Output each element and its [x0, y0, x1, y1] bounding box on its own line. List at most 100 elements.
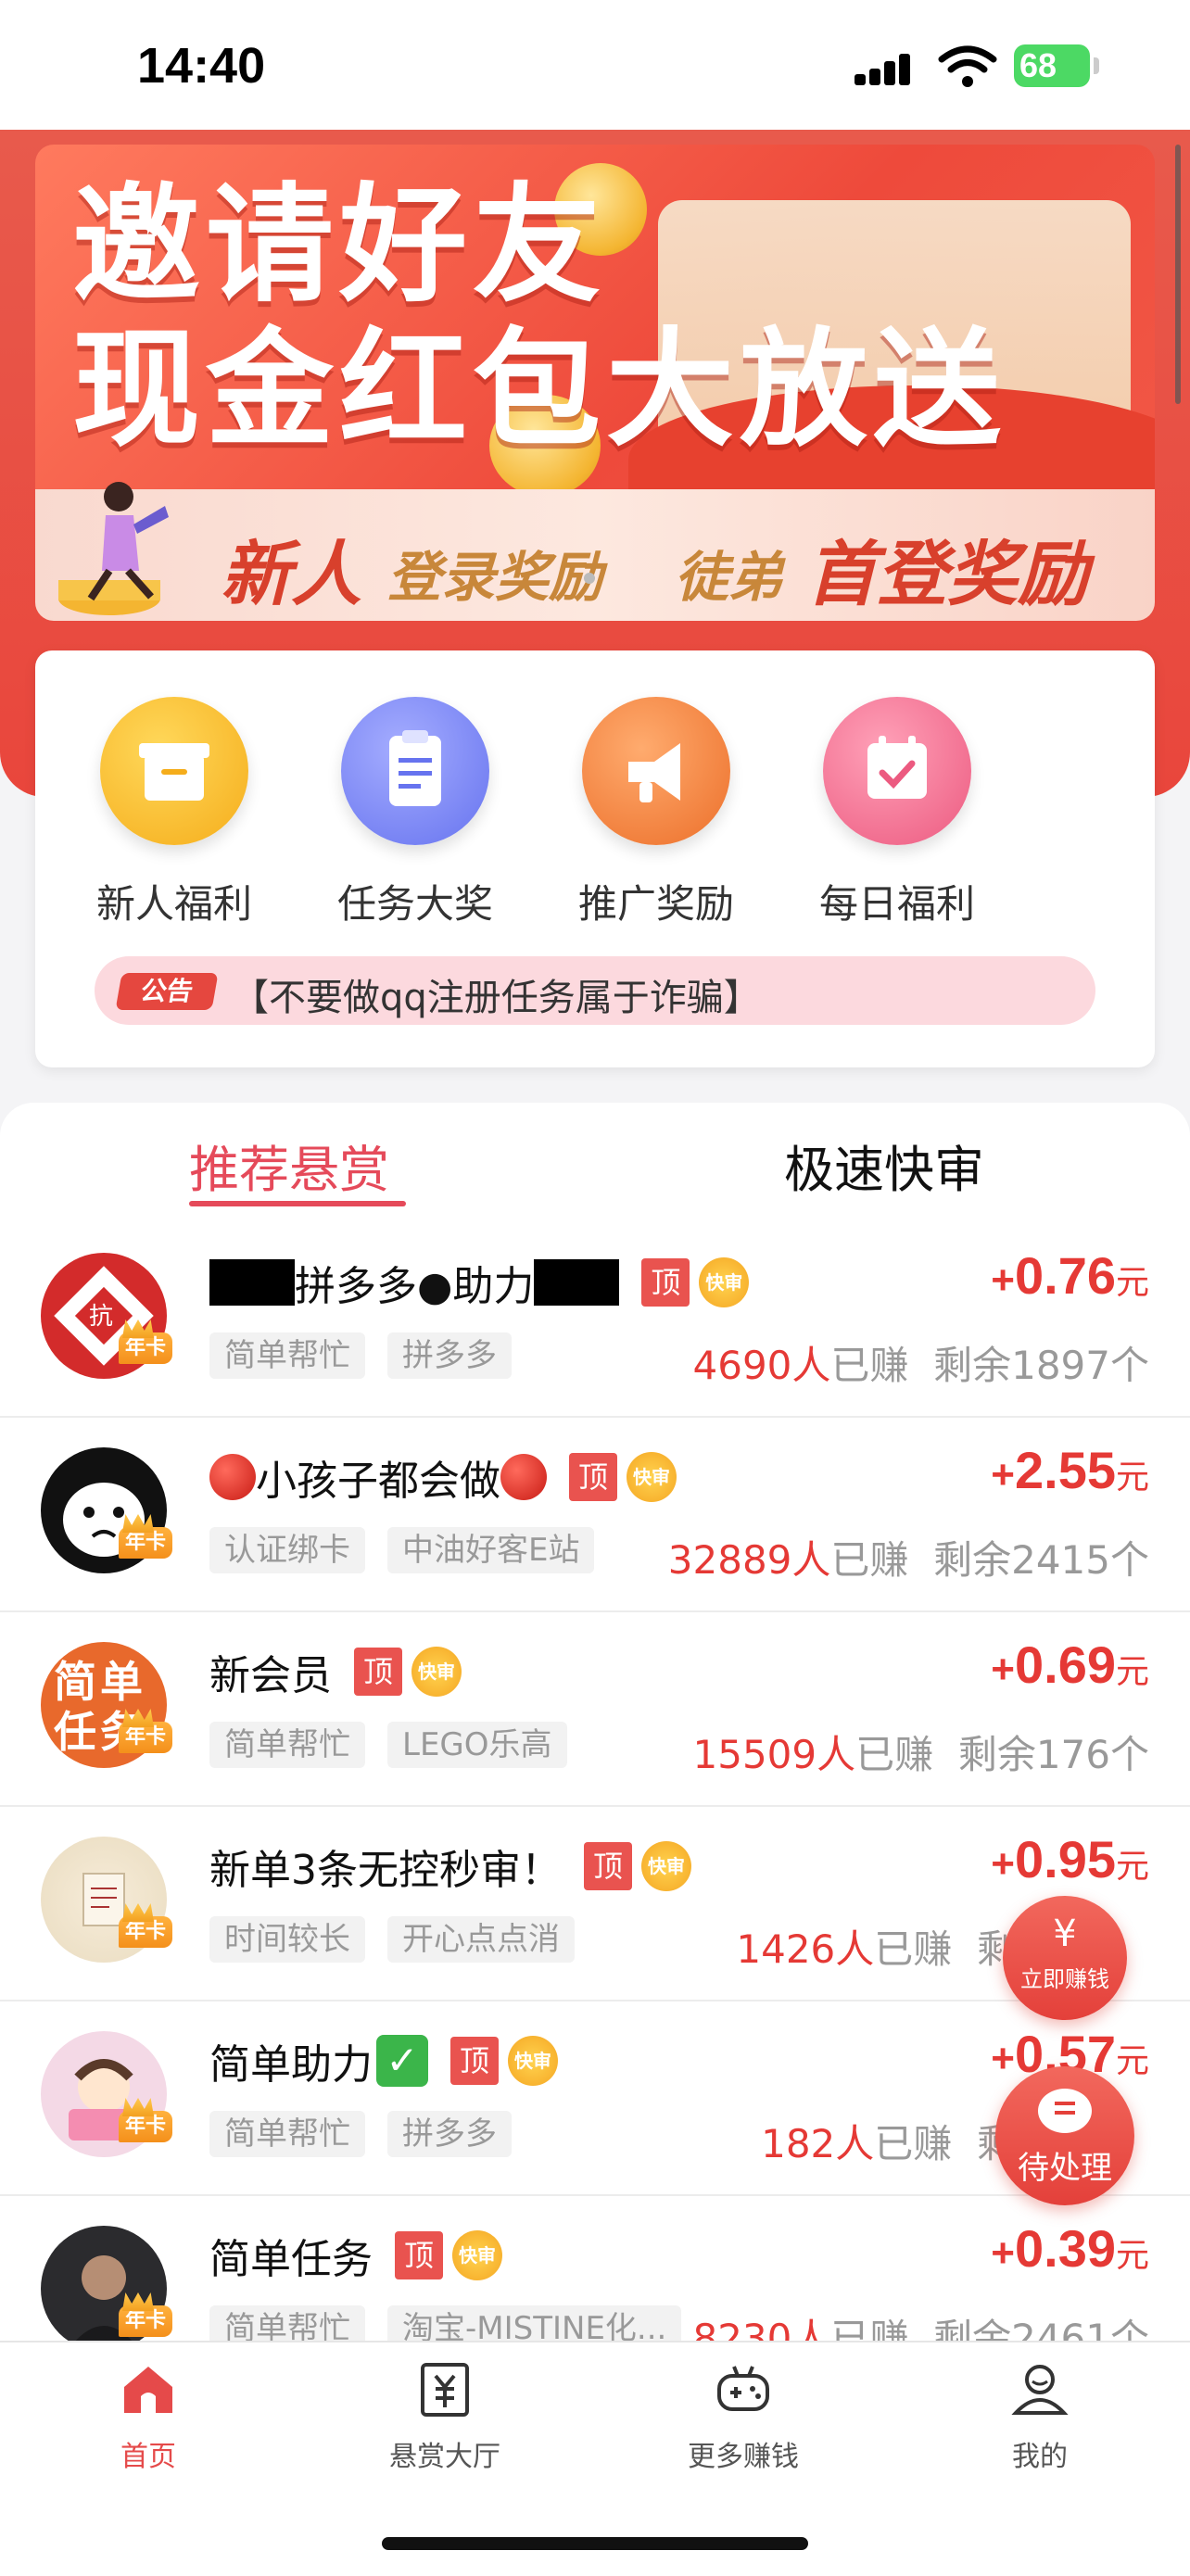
year-card-badge: 年卡 — [119, 1332, 172, 1364]
megaphone-icon — [582, 697, 730, 845]
task-title: 简单助力 ✓ 顶 快审 — [209, 2031, 558, 2090]
earned-count: 4690人 — [692, 1343, 831, 1388]
pending-button[interactable]: 待处理 — [995, 2066, 1134, 2205]
nav-profile[interactable]: 我的 — [938, 2359, 1142, 2474]
quick-entry-card: 新人福利 任务大奖 推广奖励 每日福利 公告 【不要做qq注册任务属于诈骗】 — [35, 650, 1155, 1067]
task-tag: 认证绑卡 — [209, 1527, 365, 1573]
reward-unit: 元 — [1115, 1847, 1149, 1885]
task-tag: 简单帮忙 — [209, 2305, 365, 2344]
remaining-count: 剩余2415个 — [933, 1537, 1149, 1583]
scrollbar[interactable] — [1175, 145, 1181, 404]
home-indicator[interactable] — [382, 2537, 808, 2550]
announcement-text: 【不要做qq注册任务属于诈骗】 — [232, 977, 761, 1019]
earned-count: 32889人 — [667, 1537, 831, 1583]
task-tags: 简单帮忙 拼多多 — [209, 1332, 534, 1379]
task-row[interactable]: 抗 年卡 拼多多●助力 顶 快审 简单帮忙 拼多多 +0.76元 4690人已赚… — [0, 1221, 1190, 1418]
top-pin-badge: 顶 — [584, 1842, 632, 1890]
remaining-count: 剩余176个 — [957, 1732, 1149, 1777]
fast-review-badge: 快审 — [699, 1257, 750, 1307]
remaining-count: 剩余1897个 — [933, 1343, 1149, 1388]
reward-plus: + — [991, 1257, 1015, 1303]
task-reward: +0.69元 — [991, 1635, 1149, 1695]
task-tag: 简单帮忙 — [209, 1332, 365, 1379]
task-title-text: 简单任务 — [209, 2236, 373, 2283]
task-title: 简单任务 顶 快审 — [209, 2226, 502, 2285]
task-row[interactable]: 简单任务 年卡 新会员 顶 快审 简单帮忙 LEGO乐高 +0.69元 1550… — [0, 1610, 1190, 1807]
redaction-block — [534, 1259, 620, 1306]
task-row[interactable]: 年卡 简单任务 顶 快审 简单帮忙 淘宝-MISTINE化... +0.39元 … — [0, 2194, 1190, 2344]
task-tag: LEGO乐高 — [387, 1722, 567, 1768]
task-tag: 淘宝-MISTINE化... — [387, 2305, 682, 2344]
task-title-text: 小孩子都会做 — [256, 1458, 500, 1505]
reward-plus: + — [991, 2230, 1015, 2276]
task-tags: 时间较长 开心点点消 — [209, 1916, 597, 1963]
announcement-bar[interactable]: 公告 【不要做qq注册任务属于诈骗】 — [95, 956, 1095, 1025]
girl-with-megaphone-illustration — [58, 482, 169, 615]
banner-reward-strip: 新人 登录奖励 徒弟 首登奖励 — [35, 489, 1155, 621]
home-icon — [124, 2367, 172, 2413]
reward-plus: + — [991, 2036, 1015, 2081]
quick-item-promo-reward[interactable]: 推广奖励 — [563, 697, 749, 929]
task-tags: 简单帮忙 拼多多 — [209, 2111, 534, 2157]
check-mark-icon: ✓ — [376, 2035, 428, 2087]
task-title-text: 新单3条无控秒审！ — [209, 1847, 562, 1894]
task-title: 新单3条无控秒审！ 顶 快审 — [209, 1837, 691, 1896]
nav-home[interactable]: 首页 — [46, 2359, 250, 2474]
signal-icon — [855, 48, 919, 85]
top-pin-badge: 顶 — [354, 1648, 402, 1696]
tab-fast-review[interactable]: 极速快审 — [784, 1129, 984, 1202]
quick-item-label: 推广奖励 — [577, 881, 734, 927]
reward-unit: 元 — [1115, 2236, 1149, 2274]
earned-suffix: 已赚 — [855, 1732, 934, 1777]
banner-page-indicator[interactable] — [584, 573, 595, 584]
reward-plus: + — [991, 1841, 1015, 1887]
top-pin-badge: 顶 — [641, 1258, 690, 1307]
quick-item-label: 每日福利 — [818, 881, 975, 927]
task-reward: +0.39元 — [991, 2218, 1149, 2279]
nav-more-earn[interactable]: 更多赚钱 — [641, 2359, 845, 2474]
task-title: 新会员 顶 快审 — [209, 1642, 462, 1701]
nav-bounty-hall[interactable]: 悬赏大厅 — [343, 2359, 547, 2474]
earned-suffix: 已赚 — [874, 1926, 953, 1972]
reward-amount: 2.55 — [1014, 1441, 1116, 1499]
calendar-check-icon — [823, 697, 971, 845]
fast-review-badge: 快审 — [641, 1841, 691, 1891]
year-card-badge: 年卡 — [119, 1527, 172, 1559]
year-card-badge: 年卡 — [119, 2111, 172, 2142]
task-tag: 拼多多 — [387, 2111, 512, 2157]
fast-review-badge: 快审 — [627, 1452, 677, 1502]
quick-item-task-prize[interactable]: 任务大奖 — [323, 697, 508, 929]
reward-amount: 0.76 — [1014, 1246, 1116, 1305]
banner-strip-first-login-reward: 首登奖励 — [806, 533, 1088, 615]
task-tags: 简单帮忙 LEGO乐高 — [209, 1722, 589, 1768]
top-pin-badge: 顶 — [395, 2231, 443, 2279]
fast-review-badge: 快审 — [452, 2230, 502, 2280]
quick-item-label: 新人福利 — [95, 881, 252, 927]
tab-recommended[interactable]: 推荐悬赏 — [189, 1129, 389, 1202]
quick-item-newbie-welfare[interactable]: 新人福利 — [82, 697, 267, 929]
banner-strip-login-reward: 登录奖励 — [387, 546, 603, 609]
reward-plus: + — [991, 1647, 1015, 1692]
top-pin-badge: 顶 — [569, 1453, 617, 1501]
task-row[interactable]: 年卡 小孩子都会做 顶 快审 认证绑卡 中油好客E站 +2.55元 32889人… — [0, 1416, 1190, 1612]
quick-item-daily-welfare[interactable]: 每日福利 — [804, 697, 990, 929]
banner-title-line2: 现金红包大放送 — [72, 315, 1007, 464]
reward-unit: 元 — [1115, 1263, 1149, 1301]
reward-unit: 元 — [1115, 1458, 1149, 1496]
pending-label: 待处理 — [1018, 2150, 1112, 2187]
redaction-block — [209, 1259, 295, 1306]
tab-active-indicator — [189, 1201, 406, 1206]
task-tags: 认证绑卡 中油好客E站 — [209, 1527, 616, 1573]
announcement-tag: 公告 — [115, 973, 219, 1010]
earn-now-button[interactable]: ¥ 立即赚钱 — [1003, 1896, 1127, 2020]
red-circle-emoji-icon — [500, 1454, 547, 1500]
task-stats: 4690人已赚 剩余1897个 — [693, 1334, 1150, 1391]
battery-icon: 68 — [1014, 44, 1099, 87]
top-pin-badge: 顶 — [450, 2037, 499, 2085]
profile-icon — [1011, 2365, 1069, 2415]
task-title-text: 简单助力 — [209, 2041, 373, 2089]
promo-banner[interactable]: 邀请好友 现金红包大放送 新人 登录奖励 徒弟 首登奖励 — [35, 145, 1155, 621]
banner-title-line1: 邀请好友 — [72, 170, 607, 320]
earned-count: 1426人 — [736, 1926, 875, 1972]
earned-suffix: 已赚 — [830, 1343, 909, 1388]
